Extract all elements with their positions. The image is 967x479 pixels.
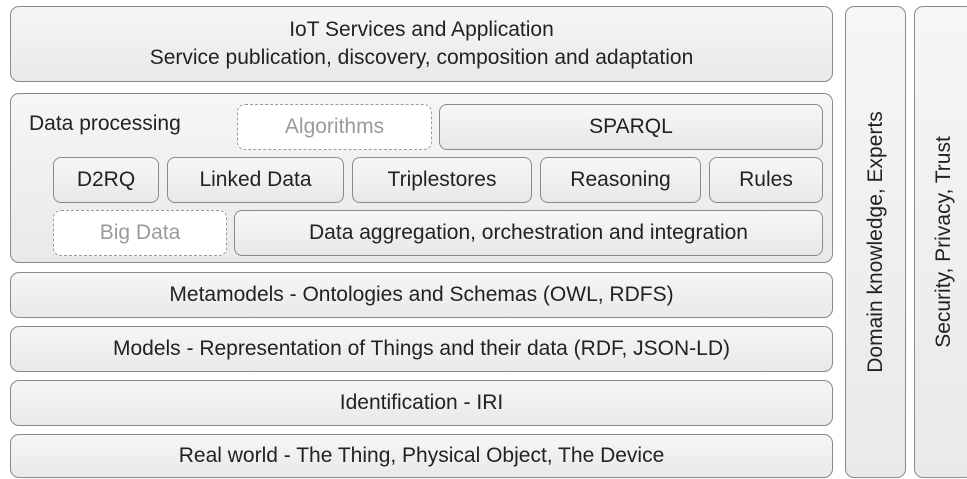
real-world-label: Real world - The Thing, Physical Object,… bbox=[178, 443, 665, 467]
models-layer: Models - Representation of Things and th… bbox=[10, 326, 833, 372]
rules-box: Rules bbox=[709, 157, 823, 203]
data-processing-label: Data processing bbox=[29, 112, 181, 135]
triplestores-box: Triplestores bbox=[352, 157, 532, 203]
metamodels-label: Metamodels - Ontologies and Schemas (OWL… bbox=[169, 282, 674, 306]
domain-knowledge-column: Domain knowledge, Experts bbox=[845, 6, 906, 478]
big-data-box: Big Data bbox=[53, 210, 227, 256]
data-processing-layer: Data processing Algorithms SPARQL D2RQ L… bbox=[10, 93, 833, 263]
reasoning-box: Reasoning bbox=[540, 157, 701, 203]
data-aggregation-box: Data aggregation, orchestration and inte… bbox=[234, 210, 823, 256]
domain-knowledge-label: Domain knowledge, Experts bbox=[863, 111, 887, 373]
linked-data-box: Linked Data bbox=[167, 157, 344, 203]
identification-label: Identification - IRI bbox=[339, 390, 504, 414]
iot-services-title: IoT Services and Application bbox=[289, 17, 554, 41]
d2rq-box: D2RQ bbox=[53, 157, 159, 203]
security-label: Security, Privacy, Trust bbox=[932, 136, 955, 348]
metamodels-layer: Metamodels - Ontologies and Schemas (OWL… bbox=[10, 272, 833, 318]
sparql-box: SPARQL bbox=[439, 104, 823, 150]
security-column: Security, Privacy, Trust bbox=[914, 6, 967, 478]
models-label: Models - Representation of Things and th… bbox=[112, 336, 731, 360]
identification-layer: Identification - IRI bbox=[10, 380, 833, 426]
real-world-layer: Real world - The Thing, Physical Object,… bbox=[10, 434, 833, 478]
iot-services-subtitle: Service publication, discovery, composit… bbox=[149, 46, 694, 69]
algorithms-box: Algorithms bbox=[237, 104, 432, 150]
iot-services-layer: IoT Services and Application Service pub… bbox=[10, 6, 833, 82]
